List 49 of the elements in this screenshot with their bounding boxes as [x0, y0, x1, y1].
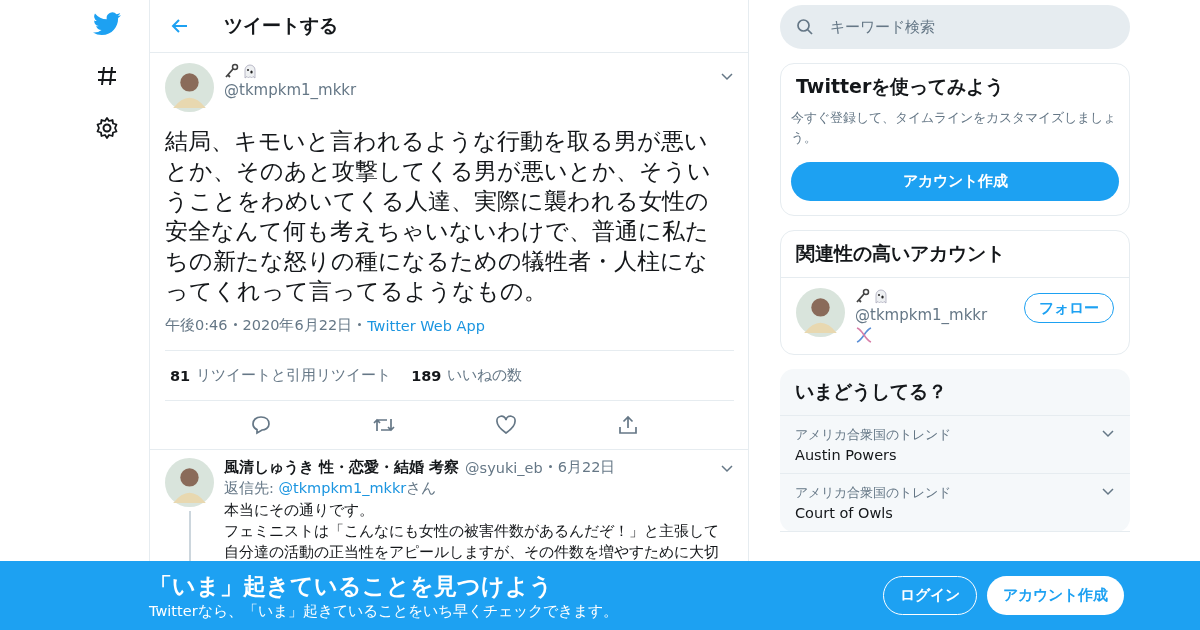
tweet-time: 午後0:46: [165, 316, 228, 335]
banner-text: Twitterなら、「いま」起きていることをいち早くチェックできます。: [149, 601, 619, 621]
like-label[interactable]: いいねの数: [447, 366, 523, 385]
follow-button[interactable]: フォロー: [1024, 293, 1114, 323]
trend-item[interactable]: アメリカ合衆国のトレンド Austin Powers: [780, 416, 1130, 474]
ghost-icon: [242, 63, 258, 79]
tweet-text: 結局、キモいと言われるような行動を取る男が悪いとか、そのあと攻撃してくる男が悪いとか、そういうことをわめいてくる人達、実際に襲われる女性の安全なんて何も考えちゃいないわけで、普通に私たちの新たな怒りの種になるための犠牲者・人柱になってくれって言ってるようなもの。: [165, 127, 712, 306]
share-icon[interactable]: [617, 414, 640, 436]
reply-date: 6月22日: [557, 458, 616, 477]
retweet-label[interactable]: リツイートと引用リツイート: [196, 366, 392, 385]
dna-icon: [855, 326, 873, 344]
reply-text-line: 自分達の活動の正当性をアピールしますが、その件数を増やすために大切: [224, 543, 720, 562]
hashtag-icon[interactable]: [95, 64, 119, 88]
settings-icon[interactable]: [95, 116, 119, 140]
separator-dot: [233, 323, 237, 326]
mention-link[interactable]: @tkmpkm1_mkkr: [278, 480, 407, 496]
key-icon: [224, 63, 240, 79]
search-field[interactable]: キーワード検索: [780, 5, 1130, 49]
user-name[interactable]: 風清しゅうき 性・恋愛・結婚 考察: [224, 458, 460, 477]
avatar[interactable]: [165, 63, 214, 112]
trend-item[interactable]: アメリカ合衆国のトレンド Court of Owls: [780, 474, 1130, 532]
banner-title: 「いま」起きていることを見つけよう: [149, 571, 554, 601]
reply-icon[interactable]: [249, 414, 272, 436]
avatar[interactable]: [165, 458, 214, 507]
retweet-count[interactable]: 81: [170, 367, 191, 384]
honorific-text: さん: [406, 480, 437, 496]
page-title: ツイートする: [224, 13, 338, 38]
user-handle[interactable]: @syuki_eb: [465, 459, 543, 476]
card-title: Twitterを使ってみよう: [795, 74, 1006, 99]
key-icon: [855, 288, 871, 304]
separator-dot: [358, 323, 362, 326]
card-title: 関連性の高いアカウント: [781, 231, 1129, 278]
avatar[interactable]: [796, 288, 845, 337]
user-handle[interactable]: @tkmpkm1_mkkr: [224, 81, 357, 99]
heart-icon[interactable]: [495, 414, 518, 436]
separator-dot: [548, 465, 552, 468]
create-account-button[interactable]: アカウント作成: [987, 576, 1124, 615]
card-text: 今すぐ登録して、タイムラインをカスタマイズしましょう。: [791, 109, 1117, 147]
reply-text-line: 本当にその通りです。: [224, 501, 375, 520]
twitter-logo-icon[interactable]: [93, 12, 121, 36]
tweet-date: 2020年6月22日: [242, 316, 353, 335]
reply-text-line: フェミニストは「こんなにも女性の被害件数があるんだぞ！」と主張して: [224, 522, 720, 541]
user-handle[interactable]: @tkmpkm1_mkkr: [855, 306, 988, 324]
panel-title: いまどうしてる？: [780, 369, 1130, 416]
create-account-button[interactable]: アカウント作成: [791, 162, 1119, 201]
reply-to-label: 返信先:: [224, 480, 274, 496]
ghost-icon: [873, 288, 889, 304]
like-count[interactable]: 189: [411, 367, 442, 384]
source-link[interactable]: Twitter Web App: [367, 317, 485, 334]
